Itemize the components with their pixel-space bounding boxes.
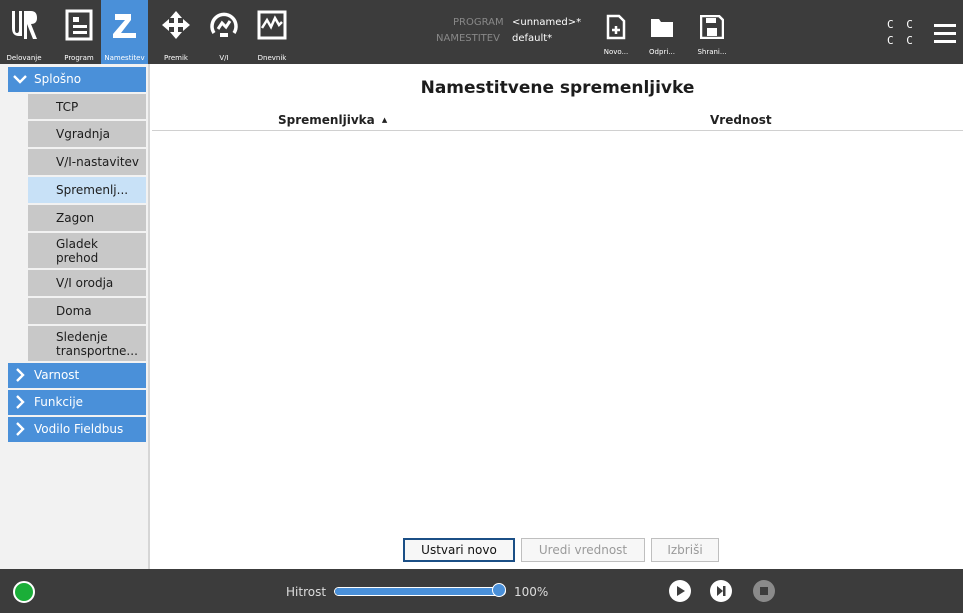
- step-icon: [717, 586, 726, 596]
- new-file-button[interactable]: Novo...: [598, 0, 634, 64]
- column-header-variable-label: Spremenljivka: [278, 113, 375, 127]
- program-name: <unnamed>*: [512, 17, 582, 28]
- nav-log-label: Dnevnik: [257, 54, 287, 62]
- stop-button[interactable]: [753, 580, 775, 602]
- program-label: PROGRAM: [453, 17, 504, 28]
- sidebar-item-label: Gladek prehod: [56, 237, 99, 265]
- stop-icon: [760, 587, 768, 595]
- sidebar-item-label: V/I orodja: [56, 276, 114, 290]
- nav-log-button[interactable]: Dnevnik: [254, 0, 290, 64]
- sidebar-item-label: Zagon: [56, 211, 95, 225]
- sidebar-item-mounting[interactable]: Vgradnja: [28, 121, 146, 147]
- play-icon: [677, 586, 685, 596]
- sidebar-item-variables[interactable]: Spremenlj...: [28, 177, 146, 203]
- sidebar-section-general[interactable]: Splošno: [8, 67, 146, 92]
- program-icon: [65, 9, 93, 41]
- sidebar-item-label: V/I-nastavitev: [56, 155, 140, 169]
- sidebar-item-io-setup[interactable]: V/I-nastavitev: [28, 149, 146, 175]
- delete-button[interactable]: Izbriši: [651, 538, 719, 562]
- sidebar-item-startup[interactable]: Zagon: [28, 205, 146, 231]
- step-button[interactable]: [710, 580, 732, 602]
- top-bar: Delovanje Program Namestitev Premik V/I …: [0, 0, 963, 64]
- nav-move-label: Premik: [164, 54, 188, 62]
- sidebar: Splošno TCP Vgradnja V/I-nastavitev Spre…: [0, 64, 150, 569]
- nav-program-label: Program: [64, 54, 94, 62]
- save-file-button[interactable]: Shrani...: [694, 0, 730, 64]
- sidebar-item-label: Vgradnja: [56, 127, 111, 141]
- nav-installation-button[interactable]: Namestitev: [101, 0, 148, 64]
- nav-run-label: Delovanje: [6, 54, 42, 62]
- io-icon: [210, 12, 238, 37]
- ur-logo-icon: [12, 11, 37, 39]
- sidebar-section-safety[interactable]: Varnost: [8, 363, 146, 388]
- sidebar-item-tcp[interactable]: TCP: [28, 94, 146, 119]
- speed-slider[interactable]: [334, 587, 506, 596]
- nav-move-button[interactable]: Premik: [158, 0, 194, 64]
- folder-icon: [651, 19, 673, 37]
- controller-status[interactable]: C C C C: [885, 14, 917, 50]
- open-file-label: Odpri...: [649, 48, 675, 56]
- play-button[interactable]: [669, 580, 691, 602]
- chevron-right-icon: [16, 395, 25, 409]
- sidebar-section-features[interactable]: Funkcije: [8, 390, 146, 415]
- installation-name: default*: [512, 33, 553, 44]
- column-header-variable[interactable]: Spremenljivka ▲: [278, 113, 387, 127]
- hamburger-menu-icon: [934, 24, 956, 27]
- page-title: Namestitvene spremenljivke: [420, 78, 695, 98]
- sidebar-section-fieldbus[interactable]: Vodilo Fieldbus: [8, 417, 146, 442]
- nav-io-label: V/I: [219, 54, 229, 62]
- bottom-bar: Hitrost 100%: [0, 569, 963, 613]
- sort-ascending-icon: ▲: [381, 116, 388, 124]
- speed-value: 100%: [514, 585, 549, 599]
- sidebar-item-smooth-transition[interactable]: Gladek prehod: [28, 233, 146, 268]
- speed-slider-handle[interactable]: [492, 583, 506, 597]
- sidebar-item-label: TCP: [56, 100, 79, 114]
- sidebar-item-tool-io[interactable]: V/I orodja: [28, 270, 146, 296]
- open-file-button[interactable]: Odpri...: [644, 0, 680, 64]
- nav-program-button[interactable]: Program: [60, 0, 98, 64]
- sidebar-item-label: Spremenlj...: [56, 183, 129, 197]
- chevron-right-icon: [16, 422, 25, 436]
- move-icon: [162, 11, 190, 39]
- controller-status-row2: C C: [887, 34, 916, 47]
- robot-status-button[interactable]: [13, 581, 35, 603]
- sidebar-section-label: Splošno: [34, 72, 82, 86]
- nav-installation-label: Namestitev: [104, 54, 145, 62]
- new-file-icon: [606, 14, 626, 40]
- app-window: Delovanje Program Namestitev Premik V/I …: [0, 0, 963, 613]
- save-icon: [700, 15, 724, 39]
- speed-label: Hitrost: [286, 585, 327, 599]
- sidebar-item-home[interactable]: Doma: [28, 298, 146, 324]
- nav-io-button[interactable]: V/I: [207, 0, 241, 64]
- save-file-label: Shrani...: [697, 48, 727, 56]
- variables-table-body[interactable]: [152, 131, 963, 531]
- column-header-value[interactable]: Vrednost: [710, 113, 772, 127]
- speed-slider-fill: [335, 588, 505, 595]
- log-icon: [257, 10, 287, 40]
- chevron-right-icon: [16, 368, 25, 382]
- sidebar-item-conveyor-tracking[interactable]: Sledenje transportne...: [28, 326, 146, 361]
- create-new-button[interactable]: Ustvari novo: [403, 538, 515, 562]
- new-file-label: Novo...: [603, 48, 629, 56]
- sidebar-section-label: Vodilo Fieldbus: [34, 422, 124, 436]
- main-panel: Namestitvene spremenljivke Spremenljivka…: [152, 64, 963, 569]
- hamburger-menu-button[interactable]: [934, 24, 956, 44]
- installation-label: NAMESTITEV: [436, 33, 500, 44]
- sidebar-section-label: Varnost: [34, 368, 80, 382]
- nav-run-button[interactable]: Delovanje: [4, 0, 44, 64]
- controller-status-row1: C C: [887, 18, 916, 31]
- sidebar-section-label: Funkcije: [34, 395, 84, 409]
- installation-icon: [112, 14, 136, 38]
- chevron-down-icon: [13, 75, 27, 84]
- sidebar-item-label: Doma: [56, 304, 92, 318]
- sidebar-item-label: Sledenje transportne...: [56, 330, 138, 358]
- edit-value-button[interactable]: Uredi vrednost: [521, 538, 645, 562]
